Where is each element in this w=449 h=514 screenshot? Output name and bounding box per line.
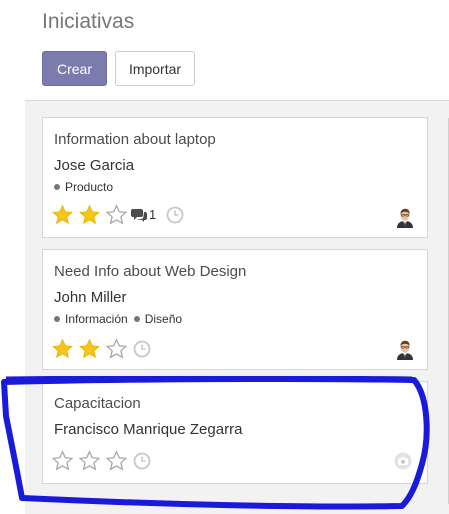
clock-icon[interactable] (166, 206, 184, 224)
card-customer: Jose Garcia (54, 157, 135, 174)
card-title: Capacitacion (54, 395, 141, 412)
avatar[interactable] (394, 338, 416, 360)
clock-icon[interactable] (133, 452, 151, 470)
comments-icon (131, 208, 147, 222)
tag: Producto (54, 180, 113, 194)
card-title: Information about laptop (54, 131, 216, 148)
control-panel: Iniciativas Crear Importar (25, 0, 449, 101)
tag-color-dot (133, 316, 140, 322)
star-icon[interactable] (79, 338, 100, 359)
tag-label: Información (65, 312, 128, 326)
clock-icon[interactable] (133, 340, 151, 358)
star-icon[interactable] (52, 204, 73, 225)
kanban-card[interactable]: Capacitacion Francisco Manrique Zegarra (42, 381, 428, 484)
star-icon[interactable] (52, 338, 73, 359)
priority-stars (52, 338, 151, 359)
create-button[interactable]: Crear (42, 51, 107, 86)
avatar[interactable] (394, 206, 416, 228)
message-count-label: 1 (149, 207, 157, 222)
priority-stars (52, 450, 151, 471)
tag: Diseño (133, 312, 183, 326)
tag: Información (54, 312, 128, 326)
message-count[interactable]: 1 (131, 207, 156, 222)
tag-label: Diseño (144, 312, 183, 326)
card-customer: Francisco Manrique Zegarra (54, 421, 243, 438)
kanban-card[interactable]: Information about laptop Jose Garcia Pro… (42, 117, 428, 238)
tag-color-dot (54, 184, 60, 190)
card-title: Need Info about Web Design (54, 263, 247, 280)
tag-label: Producto (65, 180, 114, 194)
tag-list: Producto (54, 180, 119, 194)
tag-color-dot (54, 316, 60, 322)
star-icon[interactable] (106, 450, 127, 471)
import-button[interactable]: Importar (115, 51, 195, 86)
tag-list: Información Diseño (54, 312, 188, 326)
star-icon[interactable] (52, 450, 73, 471)
card-customer: John Miller (54, 289, 127, 306)
star-icon[interactable] (106, 204, 127, 225)
star-icon[interactable] (79, 204, 100, 225)
star-icon[interactable] (79, 450, 100, 471)
kanban-card[interactable]: Need Info about Web Design John Miller I… (42, 249, 428, 370)
page-title: Iniciativas (42, 10, 135, 33)
priority-stars: 1 (52, 204, 184, 225)
camera-icon[interactable] (394, 452, 412, 470)
star-icon[interactable] (106, 338, 127, 359)
